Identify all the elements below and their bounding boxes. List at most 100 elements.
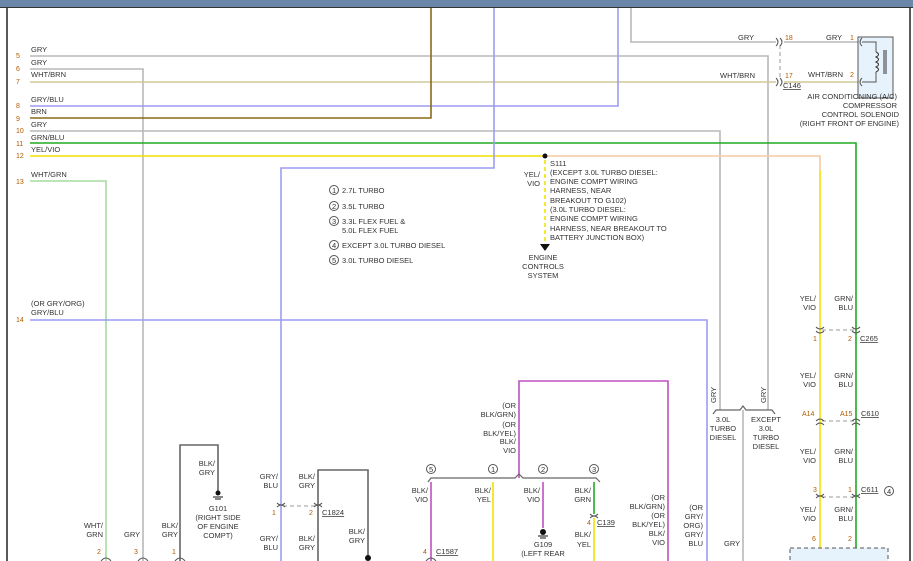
row-number: 11 bbox=[16, 141, 23, 148]
wire-label: BLK/ bbox=[299, 472, 316, 481]
wire-label: WHT/BRN bbox=[808, 70, 843, 79]
legend-text: 5.0L FLEX FUEL bbox=[342, 226, 398, 235]
connector-pins bbox=[100, 37, 861, 561]
row-number: 9 bbox=[16, 116, 20, 123]
ground-name: (LEFT REAR bbox=[521, 549, 565, 558]
wire-11-grn-blu bbox=[30, 142, 857, 561]
wire-color-label: BRN bbox=[31, 107, 47, 116]
wire-label: GRY bbox=[299, 481, 315, 490]
connector-name: C610 bbox=[861, 409, 879, 418]
wire-label: GRN/ bbox=[834, 505, 854, 514]
wire-color-label: GRY/BLU bbox=[31, 308, 64, 317]
wire-label: BLU bbox=[688, 539, 703, 548]
wire-label: VIO bbox=[803, 380, 816, 389]
pin-number: 3 bbox=[134, 549, 138, 556]
wire-color-label: WHT/BRN bbox=[31, 70, 66, 79]
legend-text: 3.3L FLEX FUEL & bbox=[342, 217, 405, 226]
row-number: 13 bbox=[16, 179, 24, 186]
diesel-bracket bbox=[712, 405, 776, 415]
wire-label: GRY bbox=[162, 530, 178, 539]
ground-g101-icon bbox=[213, 490, 223, 500]
wire-label: BLK/ bbox=[575, 530, 592, 539]
wire-label: BLK/YEL) bbox=[632, 520, 665, 529]
ac-compressor-solenoid bbox=[857, 36, 894, 99]
wire-label: BLK/ bbox=[349, 527, 366, 536]
module-box bbox=[789, 547, 889, 561]
connector-name: C1824 bbox=[322, 508, 344, 517]
wire-label: (OR bbox=[502, 401, 516, 410]
wire-label: BLK/ bbox=[162, 521, 179, 530]
splice-text: ENGINE COMPT WIRING bbox=[550, 214, 638, 223]
pin-number: A15 bbox=[840, 411, 853, 418]
pin-number: 1 bbox=[172, 549, 176, 556]
wire-label: VIO bbox=[803, 456, 816, 465]
wire-label: GRY bbox=[826, 33, 842, 42]
wire-label: BLK/ bbox=[199, 459, 216, 468]
wire-8-gry-blu bbox=[30, 8, 619, 107]
ground-name: OF ENGINE bbox=[197, 522, 238, 531]
pin-number: 6 bbox=[812, 536, 816, 543]
wire-label: VIO bbox=[652, 538, 665, 547]
wire-label: BLU bbox=[838, 380, 853, 389]
splice-text: ENGINE COMPT WIRING bbox=[550, 177, 638, 186]
pin-number: 2 bbox=[848, 536, 852, 543]
splice-dot bbox=[542, 153, 548, 159]
splice-text: HARNESS, NEAR BREAKOUT TO bbox=[550, 224, 667, 233]
wire-alt-color-label: (OR GRY/ORG) bbox=[31, 299, 85, 308]
wire-label: GRY bbox=[199, 468, 215, 477]
ground-name: (RIGHT SIDE bbox=[195, 513, 240, 522]
option-number: 2 bbox=[541, 465, 545, 474]
c610-pins bbox=[815, 418, 861, 426]
option-label: DIESEL bbox=[753, 442, 780, 451]
destination-label: CONTROLS bbox=[522, 262, 564, 271]
wire-label: VIO bbox=[415, 495, 428, 504]
pin-number: 1 bbox=[848, 487, 852, 494]
pin-number: 18 bbox=[785, 35, 793, 42]
wire-label: GRY bbox=[349, 536, 365, 545]
wire-label: BLK/ bbox=[475, 486, 492, 495]
wire-label: (OR bbox=[502, 420, 516, 429]
splice-s111: YEL/ VIO S111 (EXCEPT 3.0L TURBO DIESEL:… bbox=[522, 159, 667, 280]
component-name: CONTROL SOLENOID bbox=[822, 110, 900, 119]
connector-name: C146 bbox=[783, 81, 801, 90]
wire-label: GRY bbox=[299, 543, 315, 552]
wire-label: YEL/ bbox=[800, 294, 817, 303]
connector-name: C139 bbox=[597, 518, 615, 527]
wire-label: VIO bbox=[503, 446, 516, 455]
wire-label: GRY/ bbox=[685, 530, 704, 539]
right-connectors: YEL/ VIO GRN/ BLU 1 2 C265 YEL/ VIO GRN/… bbox=[800, 294, 894, 543]
wire-label: BLK/GRN) bbox=[630, 502, 666, 511]
wiring-diagram: 5 GRY 6 GRY 7 WHT/BRN 8 GRY/BLU 9 BRN 10… bbox=[6, 8, 911, 561]
wire-label: GRY/ bbox=[685, 512, 704, 521]
wire-label: BLK/GRN) bbox=[481, 410, 517, 419]
pin-number: 2 bbox=[97, 549, 101, 556]
wire-color-label: GRY bbox=[31, 58, 47, 67]
wire-label: GRN/ bbox=[834, 294, 854, 303]
wire-label: VIO bbox=[803, 303, 816, 312]
option-number: 5 bbox=[429, 465, 433, 474]
arrow-down-icon bbox=[540, 244, 550, 251]
destination-label: ENGINE bbox=[529, 253, 558, 262]
legend-number: 2 bbox=[332, 202, 336, 211]
splice-text: HARNESS, NEAR bbox=[550, 186, 612, 195]
wire-label: WHT/BRN bbox=[720, 71, 755, 80]
ground-name: G101 bbox=[209, 504, 227, 513]
wire-label: GRN/ bbox=[834, 447, 854, 456]
c146-pin-18 bbox=[775, 37, 783, 47]
splice-text: BREAKOUT TO G102) bbox=[550, 196, 627, 205]
pin-number: 3 bbox=[813, 487, 817, 494]
wire-label: BLU bbox=[838, 456, 853, 465]
bottom-labels: WHT/ GRN 2 GRY 3 BLK/ GRY 1 BLK/ GRY G10… bbox=[84, 401, 704, 558]
wire-label: BLK/ bbox=[524, 486, 541, 495]
row-number: 8 bbox=[16, 103, 20, 110]
wire-label: GRY bbox=[759, 387, 768, 403]
wire-label: (OR bbox=[651, 493, 665, 502]
pin-number: 17 bbox=[785, 73, 793, 80]
wire-gry-18 bbox=[630, 8, 776, 43]
ground-name: COMPT) bbox=[203, 531, 233, 540]
option-label: 3.0L bbox=[716, 415, 731, 424]
wire-color-label: WHT/GRN bbox=[31, 170, 67, 179]
wire-label: GRN bbox=[86, 530, 103, 539]
destination-label: SYSTEM bbox=[528, 271, 559, 280]
wire-label: BLU bbox=[838, 303, 853, 312]
